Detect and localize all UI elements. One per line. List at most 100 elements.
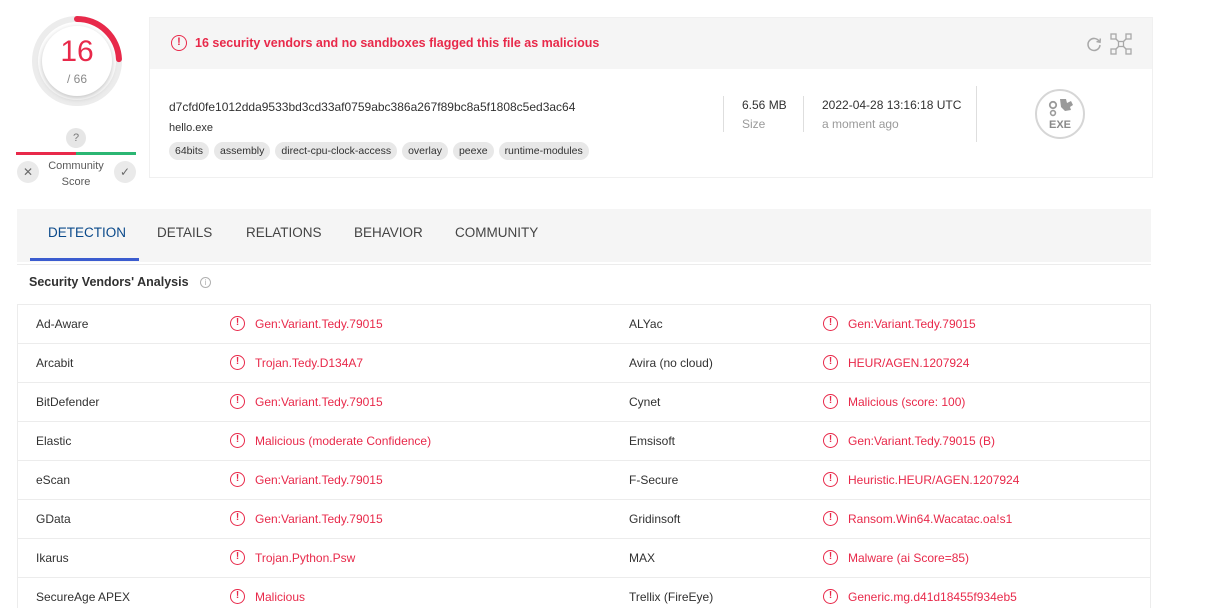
reanalyze-icon[interactable] [1084,34,1104,54]
divider [17,264,1151,265]
detection-result: Malicious (score: 100) [848,395,966,409]
section-title: Security Vendors' Analysis [29,275,189,289]
community-score-value: ? [66,128,86,148]
malicious-alert-icon: ! [230,472,245,487]
file-tag[interactable]: overlay [402,142,448,160]
community-score: ? ✕ Community Score ✓ [16,128,136,190]
detection-score-ring: 16 / 66 [30,14,124,108]
malicious-alert-icon: ! [230,589,245,604]
detection-result: Ransom.Win64.Wacatac.oa!s1 [848,512,1013,526]
community-score-bar [16,152,136,155]
tab-relations[interactable]: RELATIONS [246,225,322,240]
vote-harmless-button[interactable]: ✓ [114,161,136,183]
malicious-alert-icon: ! [823,433,838,448]
detection-result: Gen:Variant.Tedy.79015 [848,317,976,331]
malicious-alert-icon: ! [230,316,245,331]
table-row: eScan! Gen:Variant.Tedy.79015 F-Secure! Heu… [18,461,1150,500]
vendor-name: Avira (no cloud) [629,356,713,370]
info-icon[interactable]: i [200,277,211,288]
detection-result: Gen:Variant.Tedy.79015 (B) [848,434,995,448]
malicious-alert-icon: ! [230,394,245,409]
malicious-alert-icon: ! [823,589,838,604]
divider [723,96,724,132]
file-tag[interactable]: direct-cpu-clock-access [275,142,398,160]
malicious-alert-icon: ! [823,472,838,487]
vendor-name: BitDefender [36,395,100,409]
vendor-name: Ikarus [36,551,69,565]
tab-community[interactable]: COMMUNITY [455,225,538,240]
file-tag[interactable]: runtime-modules [498,142,589,160]
detection-result: Generic.mg.d41d18455f934eb5 [848,590,1017,604]
active-tab-indicator [30,258,139,261]
vendor-name: Trellix (FireEye) [629,590,714,604]
vendor-name: MAX [629,551,656,565]
detection-count: 16 [60,35,94,68]
table-row: Elastic! Malicious (moderate Confidence) E… [18,422,1150,461]
engine-total: / 66 [66,72,87,86]
vendor-name: GData [36,512,71,526]
analysis-date-label: a moment ago [822,117,899,131]
score-inner: 16 / 66 [42,26,112,96]
malicious-alert-icon: ! [823,394,838,409]
vendor-name: ALYac [629,317,663,331]
detection-result: Gen:Variant.Tedy.79015 [255,317,383,331]
tab-behavior[interactable]: BEHAVIOR [354,225,423,240]
detection-result: Heuristic.HEUR/AGEN.1207924 [848,473,1020,487]
vendor-name: Gridinsoft [629,512,681,526]
tab-details[interactable]: DETAILS [157,225,212,240]
vendors-table: Ad-Aware! Gen:Variant.Tedy.79015 ALYac! Gen… [17,304,1151,608]
file-tag[interactable]: 64bits [169,142,210,160]
detection-result: Malicious [255,590,306,604]
malicious-alert-icon: ! [230,355,245,370]
malicious-alert-icon: ! [823,550,838,565]
file-name: hello.exe [169,122,214,134]
detection-result: Gen:Variant.Tedy.79015 [255,512,383,526]
table-row: Arcabit! Trojan.Tedy.D134A7 Avira (no clou… [18,344,1150,383]
detection-alert-text: 16 security vendors and no sandboxes fla… [195,36,600,50]
detection-result: Malicious (moderate Confidence) [255,434,432,448]
table-row: Ad-Aware! Gen:Variant.Tedy.79015 ALYac! Gen… [18,305,1150,344]
file-size-label: Size [742,117,766,131]
detection-result: Malware (ai Score=85) [848,551,970,565]
vendor-name: Arcabit [36,356,74,370]
vote-malicious-button[interactable]: ✕ [17,161,39,183]
vendor-name: Emsisoft [629,434,676,448]
malicious-alert-icon: ! [230,550,245,565]
divider [803,96,804,132]
malicious-alert-icon: ! [823,511,838,526]
file-tags: 64bits assembly direct-cpu-clock-access … [169,142,589,160]
malicious-alert-icon: ! [230,433,245,448]
detection-result: HEUR/AGEN.1207924 [848,356,970,370]
malicious-alert-icon: ! [230,511,245,526]
table-row: SecureAge APEX! Malicious Trellix (FireEye… [18,578,1150,608]
table-row: GData! Gen:Variant.Tedy.79015 Gridinsoft! R… [18,500,1150,539]
report-tabs: DETECTION DETAILS RELATIONS BEHAVIOR COM… [17,209,1151,262]
vendor-name: SecureAge APEX [36,590,131,604]
exe-file-type-icon: EXE [1035,89,1085,139]
vendor-name: Elastic [36,434,72,448]
detection-result: Trojan.Python.Psw [255,551,356,565]
malicious-alert-icon: ! [823,316,838,331]
community-score-label: Community Score [48,160,104,188]
file-tag[interactable]: assembly [214,142,271,160]
file-size-value: 6.56 MB [742,98,787,112]
file-summary-card: ! 16 security vendors and no sandboxes f… [149,17,1153,178]
alert-circle-icon: ! [171,35,187,51]
vendor-name: Ad-Aware [36,317,89,331]
detection-result: Gen:Variant.Tedy.79015 [255,473,383,487]
analysis-date-value: 2022-04-28 13:16:18 UTC [822,98,962,112]
tab-detection[interactable]: DETECTION [48,225,126,240]
detection-alert-bar: ! 16 security vendors and no sandboxes f… [150,18,1152,69]
divider [976,86,977,142]
similar-files-icon[interactable] [1110,33,1132,55]
exe-badge-text: EXE [1049,119,1071,131]
table-row: BitDefender! Gen:Variant.Tedy.79015 Cynet!… [18,383,1150,422]
file-tag[interactable]: peexe [452,142,494,160]
detection-result: Trojan.Tedy.D134A7 [255,356,364,370]
file-hash[interactable]: d7cfd0fe1012dda9533bd3cd33af0759abc386a2… [169,100,575,114]
vendor-name: F-Secure [629,473,679,487]
table-row: Ikarus! Trojan.Python.Psw MAX! Malware (ai … [18,539,1150,578]
malicious-alert-icon: ! [823,355,838,370]
detection-result: Gen:Variant.Tedy.79015 [255,395,383,409]
vendor-name: eScan [36,473,71,487]
